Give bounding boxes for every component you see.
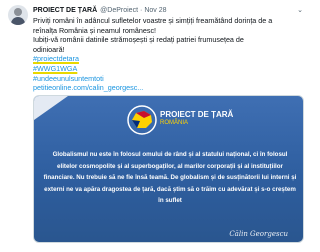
tweet-line: Iubiți-vă românii datinile strămoșești ș…: [33, 35, 244, 45]
hashtag-proiectdetara[interactable]: #proiectdetara: [33, 54, 79, 63]
petition-link[interactable]: petitieonline.com/calin_georgesc...: [33, 83, 143, 92]
avatar[interactable]: [8, 5, 28, 25]
corner-stripe: [34, 96, 68, 120]
tweet[interactable]: PROIECT DE ȚARĂ @DeProiect · Nov 28 ⌄ Privi…: [0, 0, 311, 252]
tweet-date[interactable]: Nov 28: [144, 7, 166, 14]
separator-dot: ·: [140, 7, 143, 14]
quote-text: Globalismul nu este în folosul omului de…: [43, 151, 297, 204]
author-name[interactable]: PROIECT DE ȚARĂ: [33, 7, 97, 14]
author-handle[interactable]: @DeProiect: [100, 7, 138, 14]
tweet-image[interactable]: PROIECT DE ȚARĂ ROMÂNIA Globalismul nu e…: [33, 95, 304, 243]
tweet-line: reînalța România și neamul românesc!: [33, 25, 157, 35]
logo-subtitle: ROMÂNIA: [160, 120, 189, 126]
signature: Călin Georgescu: [229, 230, 288, 238]
hashtag-wwg1wga[interactable]: #WWG1WGA: [33, 64, 77, 73]
tweet-text: Priviți români în adâncul sufletelor voa…: [33, 16, 303, 93]
hashtag-undeeunulsuntemtoti[interactable]: #undeeunulsuntemtoti: [33, 74, 104, 83]
proiect-de-tara-logo: PROIECT DE ȚARĂ ROMÂNIA: [126, 101, 233, 139]
map-logo-icon: [127, 105, 157, 135]
tweet-line: Priviți români în adâncul sufletelor voa…: [33, 16, 273, 25]
logo-title: PROIECT DE ȚARĂ: [160, 110, 234, 119]
tweet-line: odinioară!: [33, 44, 65, 54]
